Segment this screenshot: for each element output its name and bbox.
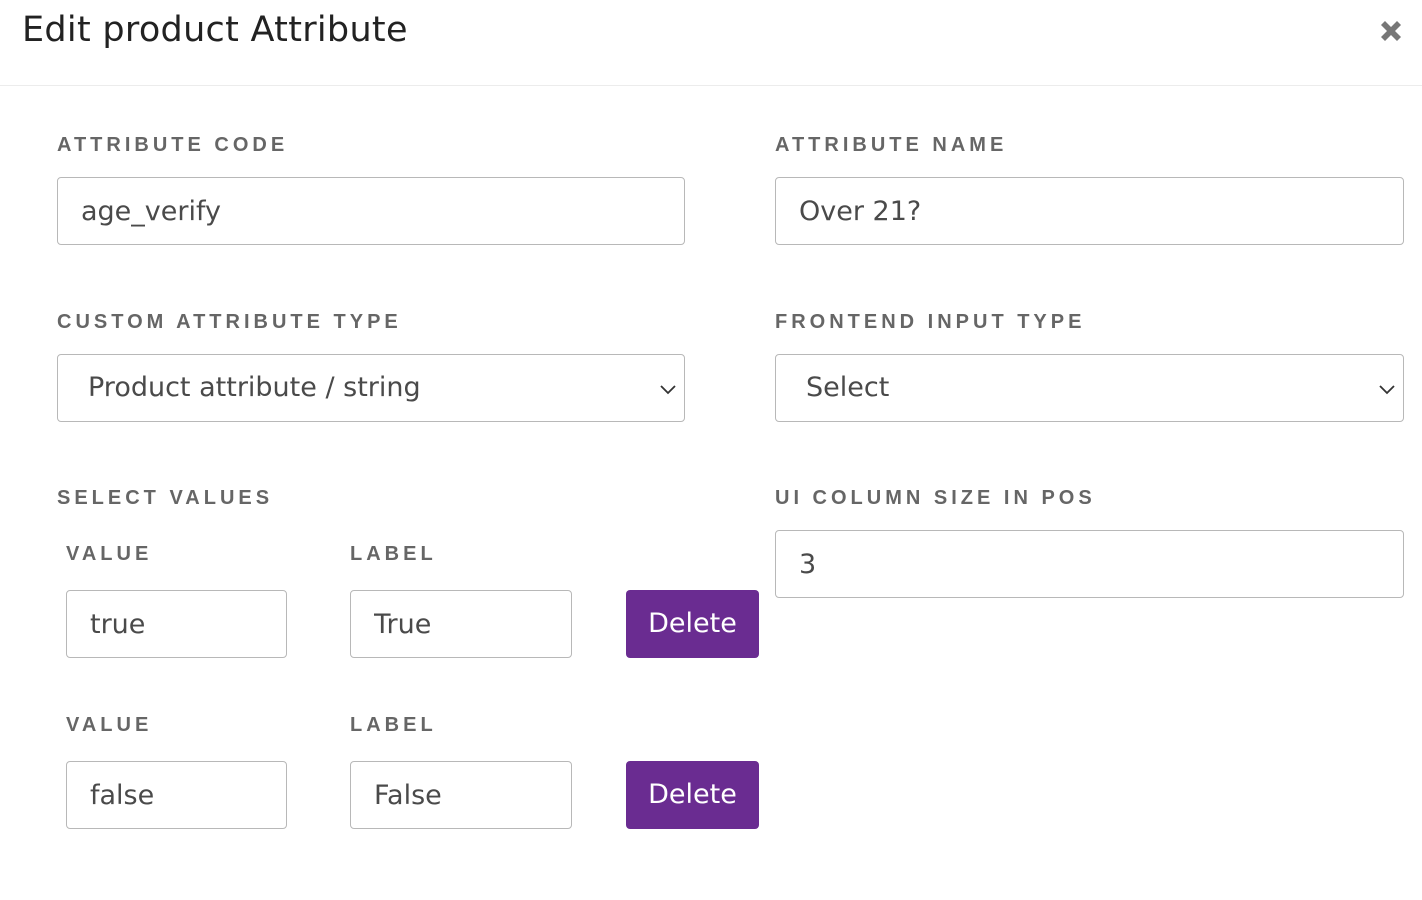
modal-header: Edit product Attribute	[0, 0, 1422, 86]
option-value-input[interactable]	[66, 761, 287, 829]
modal-title: Edit product Attribute	[22, 10, 408, 50]
select-values-label: SELECT VALUES	[57, 487, 274, 509]
attribute-name-label: ATTRIBUTE NAME	[775, 134, 1008, 156]
chevron-down-icon	[1377, 379, 1397, 399]
custom-attribute-type-label: CUSTOM ATTRIBUTE TYPE	[57, 311, 402, 333]
frontend-input-type-label: FRONTEND INPUT TYPE	[775, 311, 1086, 333]
chevron-down-icon	[658, 379, 678, 399]
option-label-input[interactable]	[350, 590, 572, 658]
delete-button[interactable]: Delete	[626, 761, 759, 829]
option-value-input[interactable]	[66, 590, 287, 658]
ui-column-size-input[interactable]	[775, 530, 1404, 598]
attribute-name-input[interactable]	[775, 177, 1404, 245]
edit-attribute-modal: Edit product Attribute ATTRIBUTE CODE AT…	[0, 0, 1422, 900]
attribute-code-input[interactable]	[57, 177, 685, 245]
delete-button[interactable]: Delete	[626, 590, 759, 658]
custom-attribute-type-select[interactable]: Product attribute / string	[57, 354, 685, 422]
frontend-input-type-selected: Select	[806, 372, 890, 403]
value-label: VALUE	[66, 543, 153, 565]
label-label: LABEL	[350, 714, 437, 736]
attribute-code-label: ATTRIBUTE CODE	[57, 134, 289, 156]
option-label-input[interactable]	[350, 761, 572, 829]
close-icon[interactable]	[1376, 16, 1406, 46]
label-label: LABEL	[350, 543, 437, 565]
value-label: VALUE	[66, 714, 153, 736]
custom-attribute-type-selected: Product attribute / string	[88, 372, 421, 403]
frontend-input-type-select[interactable]: Select	[775, 354, 1404, 422]
ui-column-size-label: UI COLUMN SIZE IN POS	[775, 487, 1096, 509]
